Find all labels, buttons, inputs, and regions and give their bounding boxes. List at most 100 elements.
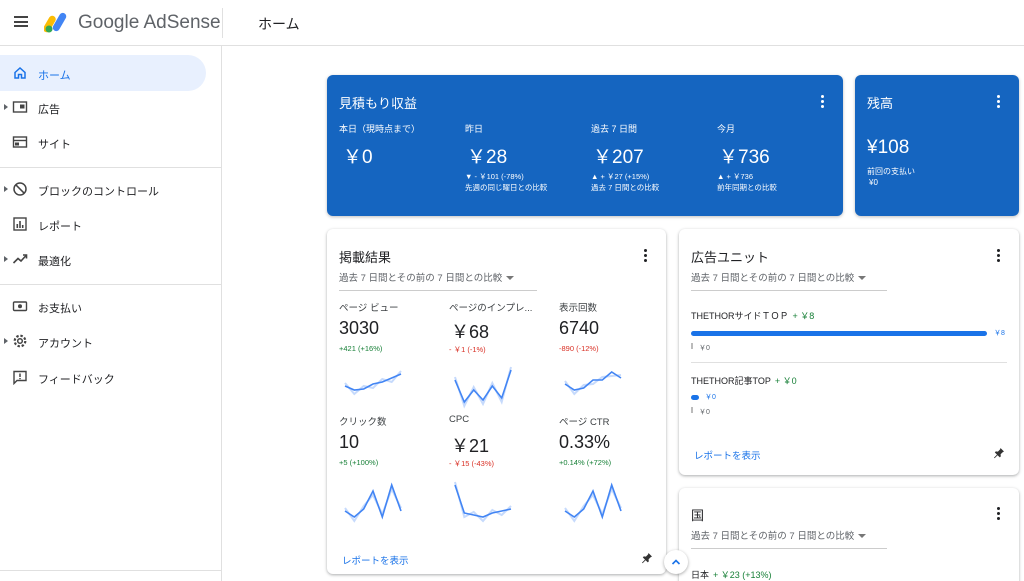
date-range-label: 過去 7 日間とその前の 7 日間との比較 [691, 531, 855, 542]
sidebar-item-payments[interactable]: お支払い [0, 288, 206, 324]
ad-unit-bar [691, 395, 699, 400]
metric-delta: ▲ + ￥736 [717, 172, 753, 181]
sidebar-item-reports[interactable]: レポート [0, 206, 206, 242]
country-row[interactable]: 日本 + ￥23 (+13%) [691, 568, 772, 581]
view-report-link[interactable]: レポートを表示 [694, 448, 761, 462]
sparkline-chart [454, 366, 512, 409]
sidebar-item-label: 広告 [38, 104, 60, 116]
metric-compare-label: 過去 7 日間との比較 [591, 183, 660, 192]
date-range-dropdown[interactable]: 過去 7 日間とその前の 7 日間との比較 [691, 528, 887, 549]
expand-caret-icon [4, 104, 8, 110]
header-divider [222, 8, 223, 38]
chevron-up-icon [671, 559, 681, 565]
sidebar-item-label: ブロックのコントロール [38, 186, 159, 198]
balance-value: ¥108 [867, 137, 910, 158]
scroll-to-top-button[interactable] [664, 550, 688, 574]
date-range-label: 過去 7 日間とその前の 7 日間との比較 [691, 273, 855, 284]
sidebar-item-optimization[interactable]: 最適化 [0, 241, 206, 277]
ad-unit-bar [691, 331, 987, 336]
ad-unit-bar-value: ￥0 [705, 394, 716, 401]
metric-delta: - ￥1 (-1%) [449, 345, 486, 354]
more-vert-icon[interactable] [644, 249, 648, 263]
card-title: 広告ユニット [691, 250, 770, 265]
previous-bar-marker [691, 407, 693, 413]
more-vert-icon[interactable] [997, 249, 1001, 263]
balance-card: 残高 ¥108 前回の支払い ¥0 [855, 75, 1019, 216]
date-range-label: 過去 7 日間とその前の 7 日間との比較 [339, 273, 503, 284]
metric-value: ￥207 [593, 147, 644, 168]
ad-unit-delta: + ￥0 [774, 376, 797, 386]
sparkline-previous [454, 481, 512, 523]
sparkline-previous [344, 370, 402, 396]
sidebar-item-label: レポート [38, 221, 82, 233]
more-vert-icon[interactable] [997, 507, 1001, 521]
sidebar-item-feedback[interactable]: フィードバック [0, 359, 206, 395]
previous-bar-marker [691, 343, 693, 349]
metric-value: 0.33% [559, 432, 611, 452]
block-icon [13, 182, 27, 196]
sidebar-item-sites[interactable]: サイト [0, 124, 206, 160]
card-title: 掲載結果 [339, 250, 392, 265]
ad-unit-label: THETHOR記事TOP [691, 376, 771, 386]
adsense-app: Google AdSense ホーム ホーム 広告 サイト ブロックのコントロー… [0, 0, 1024, 581]
sparkline-current [564, 482, 622, 520]
date-range-dropdown[interactable]: 過去 7 日間とその前の 7 日間との比較 [691, 270, 887, 291]
ad-unit-bar-value: ￥8 [994, 330, 1005, 337]
sidebar-item-label: ホーム [38, 70, 71, 82]
country-name: 日本 [691, 570, 710, 580]
more-vert-icon[interactable] [997, 95, 1001, 109]
chevron-down-icon [858, 276, 867, 281]
sidebar-item-label: 最適化 [38, 256, 71, 268]
metric-value: ￥736 [719, 147, 770, 168]
metric-delta: +5 (+100%) [339, 458, 379, 467]
sparkline-current [454, 369, 512, 404]
sparkline-chart [344, 482, 402, 523]
view-report-link[interactable]: レポートを表示 [342, 553, 409, 567]
pin-icon[interactable] [641, 552, 653, 564]
metric-delta: - ￥15 (-43%) [449, 459, 495, 468]
date-range-dropdown[interactable]: 過去 7 日間とその前の 7 日間との比較 [339, 270, 537, 291]
estimated-earnings-card: 見積もり収益 本日（現時点まで） ￥0 昨日 ￥28 ▼ - ￥101 (-78… [327, 75, 843, 216]
sparkline-chart [564, 482, 622, 523]
metric-delta: ▲ + ￥27 (+15%) [591, 172, 650, 181]
metric-value: ￥21 [451, 436, 490, 456]
gear-icon [13, 334, 27, 348]
page-title: ホーム [258, 16, 300, 32]
metric-label: CPC [449, 414, 470, 425]
trending-icon [12, 254, 28, 264]
more-vert-icon[interactable] [821, 95, 825, 109]
metric-delta: ▼ - ￥101 (-78%) [465, 172, 524, 181]
metric-value: 10 [339, 432, 360, 452]
row-divider [691, 362, 1007, 363]
expand-caret-icon [4, 256, 8, 262]
feedback-icon [13, 370, 27, 385]
sidebar-item-label: お支払い [38, 303, 82, 315]
metric-label: 過去 7 日間 [591, 124, 638, 134]
sidebar-item-label: サイト [38, 139, 71, 151]
sidebar-item-account[interactable]: アカウント [0, 323, 206, 359]
payments-icon [12, 301, 28, 312]
expand-caret-icon [4, 186, 8, 192]
last-payment-value: ¥0 [869, 178, 878, 187]
card-title: 国 [691, 508, 705, 523]
metric-label: ページ ビュー [339, 303, 399, 314]
pin-icon[interactable] [993, 447, 1005, 459]
metric-label: ページ CTR [559, 417, 610, 428]
sparkline-current [344, 482, 402, 520]
brand-name: Google AdSense [78, 12, 221, 33]
sidebar-item-home[interactable]: ホーム [0, 55, 206, 91]
sidebar-item-block-controls[interactable]: ブロックのコントロール [0, 171, 206, 207]
sparkline-current [454, 484, 512, 518]
last-payment-label: 前回の支払い [867, 167, 915, 176]
ads-icon [12, 101, 28, 113]
expand-caret-icon [4, 338, 8, 344]
sidebar-item-ads[interactable]: 広告 [0, 89, 206, 125]
adsense-logo [44, 12, 67, 33]
menu-icon[interactable] [14, 16, 28, 27]
chevron-down-icon [506, 276, 515, 281]
sparkline-chart [564, 371, 622, 396]
metric-label: 昨日 [465, 124, 484, 134]
reports-icon [13, 217, 27, 231]
metric-value: ￥28 [467, 147, 508, 168]
performance-card: 掲載結果 過去 7 日間とその前の 7 日間との比較 ページ ビュー 3030 … [327, 229, 666, 574]
